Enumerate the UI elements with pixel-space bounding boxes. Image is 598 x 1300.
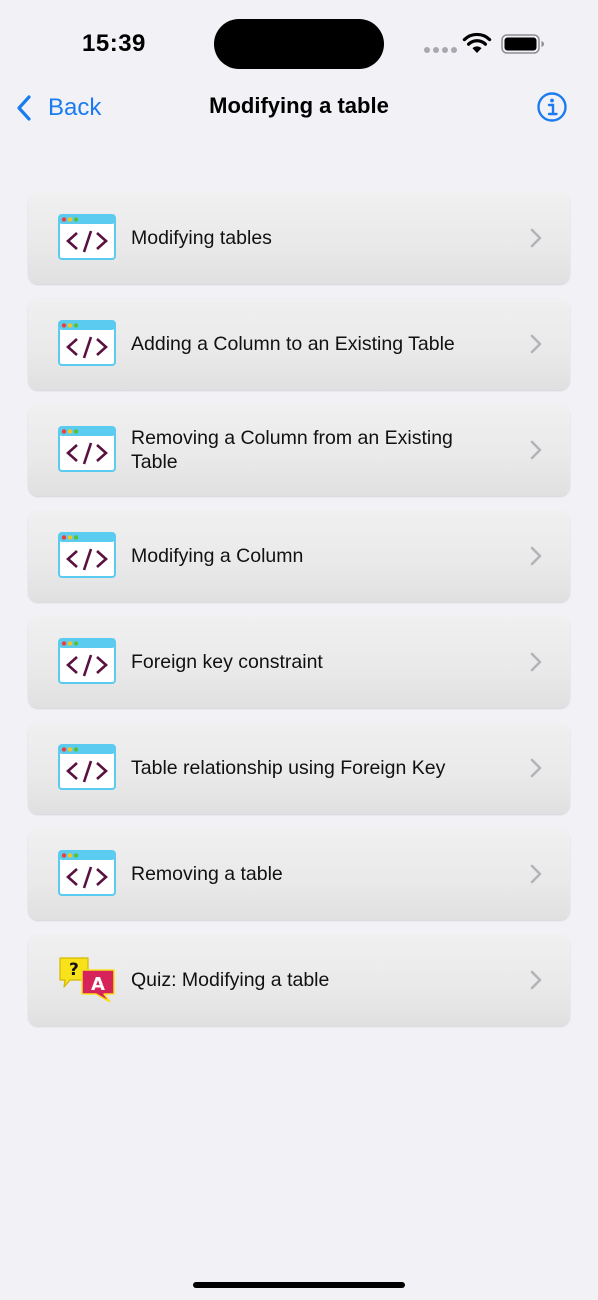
cellular-signal-icon bbox=[424, 47, 457, 53]
chevron-left-icon bbox=[17, 95, 31, 121]
wifi-icon bbox=[462, 32, 492, 53]
list-item[interactable]: Table relationship using Foreign Key bbox=[28, 722, 570, 814]
code-window-icon bbox=[58, 638, 116, 684]
list-item-label: Foreign key constraint bbox=[131, 651, 323, 673]
list-item[interactable]: Foreign key constraint bbox=[28, 616, 570, 708]
dynamic-island bbox=[214, 19, 384, 69]
chevron-right-icon bbox=[530, 228, 542, 248]
list-item-label: Table relationship using Foreign Key bbox=[131, 757, 446, 779]
list-item-quiz[interactable]: ? A Quiz: Modifying a table bbox=[28, 934, 570, 1026]
chevron-right-icon bbox=[530, 440, 542, 460]
code-window-icon bbox=[58, 532, 116, 578]
chevron-right-icon bbox=[530, 334, 542, 354]
list-item-label: Removing a table bbox=[131, 863, 283, 885]
code-window-icon bbox=[58, 744, 116, 790]
chevron-right-icon bbox=[530, 970, 542, 990]
status-time: 15:39 bbox=[82, 30, 146, 57]
back-button[interactable]: Back bbox=[16, 90, 101, 126]
list-item-label: Adding a Column to an Existing Table bbox=[131, 333, 455, 355]
svg-text:A: A bbox=[91, 974, 105, 995]
list-item[interactable]: Removing a table bbox=[28, 828, 570, 920]
chevron-right-icon bbox=[530, 546, 542, 566]
lesson-list: Modifying tables Adding a Column to an E… bbox=[28, 192, 570, 1040]
code-window-icon bbox=[58, 850, 116, 896]
chevron-right-icon bbox=[530, 864, 542, 884]
list-item-label: Modifying tables bbox=[131, 227, 272, 249]
list-item-label: Quiz: Modifying a table bbox=[131, 969, 330, 991]
code-window-icon bbox=[58, 320, 116, 366]
chevron-right-icon bbox=[530, 758, 542, 778]
battery-icon bbox=[501, 34, 544, 54]
list-item[interactable]: Modifying tables bbox=[28, 192, 570, 284]
info-icon[interactable] bbox=[536, 91, 568, 123]
list-item[interactable]: Adding a Column to an Existing Table bbox=[28, 298, 570, 390]
chevron-right-icon bbox=[530, 652, 542, 672]
quiz-bubbles-icon: ? A bbox=[59, 957, 115, 1002]
list-item[interactable]: Removing a Column from an Existing Table bbox=[28, 404, 570, 496]
back-label: Back bbox=[48, 94, 102, 121]
list-item[interactable]: Modifying a Column bbox=[28, 510, 570, 602]
home-indicator[interactable] bbox=[193, 1282, 405, 1288]
code-window-icon bbox=[58, 214, 116, 260]
screen: 15:39 Back Modifying a table Modifying t… bbox=[0, 0, 598, 1300]
list-item-label: Modifying a Column bbox=[131, 545, 304, 567]
code-window-icon bbox=[58, 426, 116, 472]
svg-text:?: ? bbox=[69, 960, 79, 980]
list-item-label: Removing a Column from an Existing Table bbox=[131, 427, 453, 473]
